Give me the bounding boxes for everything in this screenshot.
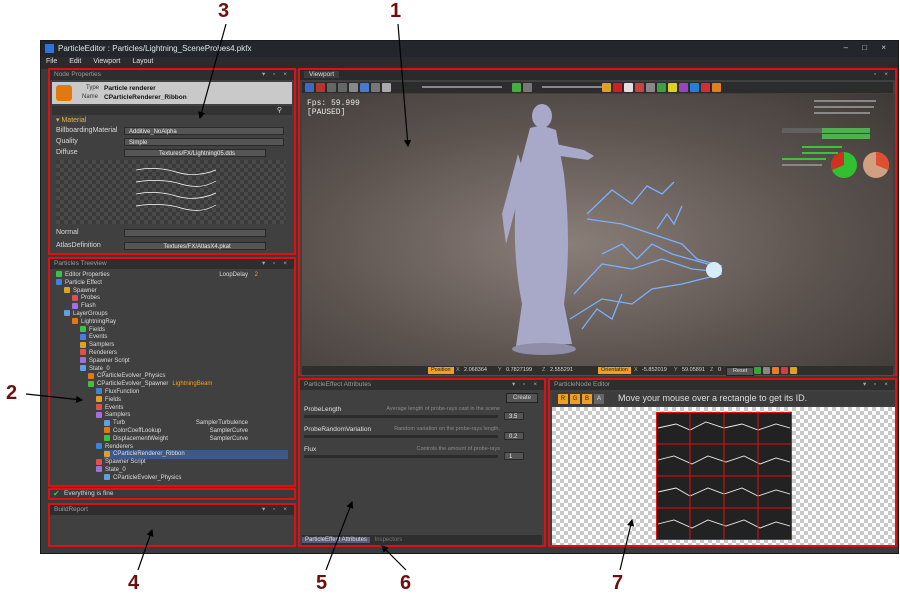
callout-arrows [25, 23, 635, 571]
